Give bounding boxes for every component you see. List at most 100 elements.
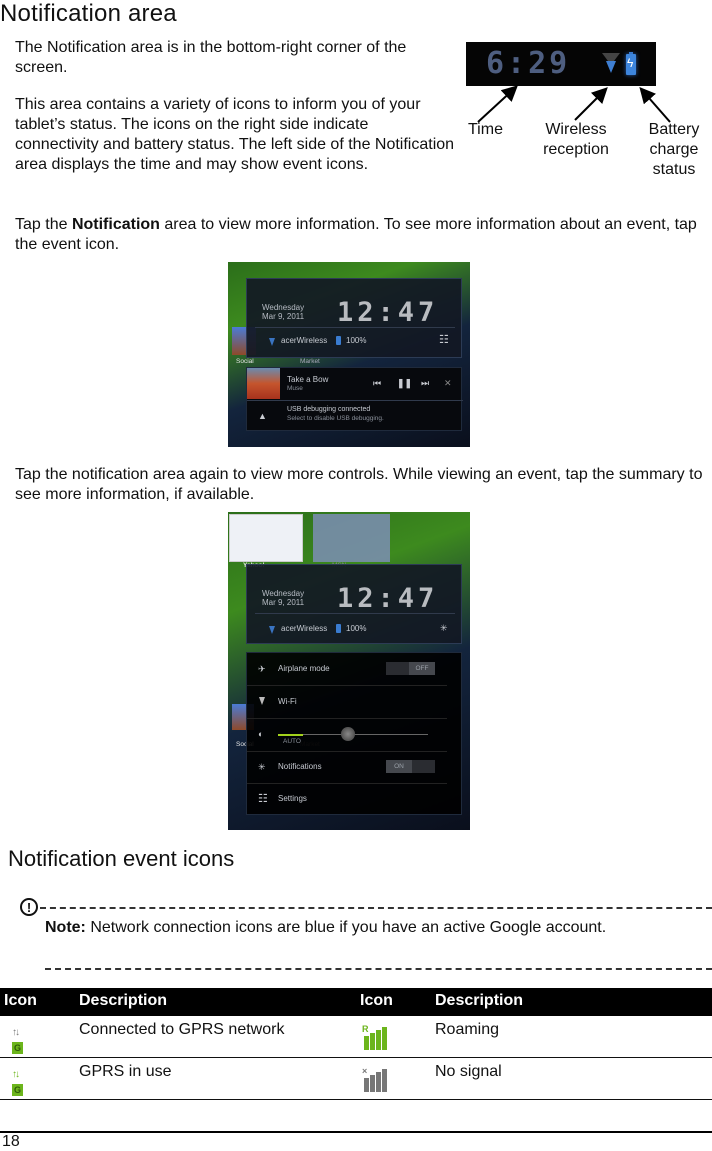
header-desc-2: Description: [435, 992, 524, 1009]
battery-percent: 100%: [346, 624, 367, 633]
wifi-signal-icon: [606, 61, 616, 73]
divider: [247, 685, 447, 686]
row-desc-1: Connected to GPRS network: [79, 1021, 285, 1038]
album-art: [247, 368, 280, 399]
table-row: ↑↓ G GPRS in use × No signal: [0, 1058, 712, 1100]
notification-screenshot-1: Social Market Wednesday Mar 9, 2011 12:4…: [228, 262, 470, 447]
intro-paragraph-1: The Notification area is in the bottom-r…: [15, 39, 407, 76]
quick-settings-panel: ✈ Airplane mode OFF Wi-Fi ◐ AUTO ✳ Notif…: [246, 652, 462, 815]
setting-airplane-label: Airplane mode: [278, 664, 330, 673]
previous-track-icon[interactable]: ⏮: [373, 378, 381, 388]
g-glyph: G: [12, 1042, 23, 1054]
no-signal-icon: ×: [362, 1066, 390, 1092]
music-title: Take a Bow: [287, 375, 329, 384]
notifications-toggle[interactable]: ON: [386, 760, 435, 773]
setting-settings-label[interactable]: Settings: [278, 794, 307, 803]
clock-panel[interactable]: Wednesday Mar 9, 2011 12:47 acerWireless…: [246, 564, 462, 644]
section-heading: Notification event icons: [8, 846, 235, 871]
brightness-slider-fill: [278, 734, 303, 736]
note-text: Note: Network connection icons are blue …: [45, 917, 695, 938]
brightness-auto-label[interactable]: AUTO: [283, 738, 301, 745]
row-desc-1: GPRS in use: [79, 1063, 172, 1080]
big-clock: 12:47: [337, 583, 439, 614]
no-signal-x-glyph: ×: [362, 1066, 368, 1076]
battery-percent: 100%: [346, 336, 367, 345]
usb-debug-title[interactable]: USB debugging connected: [287, 406, 370, 413]
next-track-icon[interactable]: ⏭: [421, 378, 429, 388]
airplane-toggle[interactable]: OFF: [386, 662, 435, 675]
brightness-slider-knob[interactable]: [341, 727, 355, 741]
close-icon[interactable]: ✕: [444, 378, 452, 388]
msn-thumbnail: [313, 514, 390, 562]
arrows-glyph: ↑↓: [12, 1069, 20, 1080]
date-full: Mar 9, 2011: [262, 598, 305, 607]
header-desc-1: Description: [79, 992, 168, 1009]
wifi-icon: [269, 338, 275, 346]
divider: [247, 718, 447, 719]
yahoo-thumbnail: [229, 514, 303, 562]
brightness-icon: ◐: [258, 729, 264, 739]
note-body: Network connection icons are blue if you…: [85, 919, 607, 936]
g-glyph: G: [12, 1084, 23, 1096]
date-full: Mar 9, 2011: [262, 312, 305, 321]
divider: [247, 783, 447, 784]
header-icon-2: Icon: [360, 992, 393, 1009]
toggle-knob: OFF: [409, 662, 435, 675]
notifications-icon: ✳: [258, 762, 266, 772]
note-exclamation-icon: !: [20, 898, 38, 916]
intro-paragraph-2: This area contains a variety of icons to…: [15, 96, 455, 173]
wifi-icon: [269, 626, 275, 634]
footer-divider: [0, 1131, 712, 1133]
usb-debug-subtitle: Select to disable USB debugging.: [287, 415, 384, 422]
airplane-icon: ✈: [258, 664, 266, 674]
app-label-social: Social: [236, 358, 254, 365]
lightning-bolt-icon: ϟ: [627, 56, 634, 70]
label-time: Time: [468, 121, 503, 138]
brightness-slider-track[interactable]: [303, 734, 428, 735]
android-debug-icon: ▲: [258, 411, 267, 421]
wifi-icon: [259, 697, 265, 705]
brightness-sun-icon[interactable]: ✳: [440, 623, 448, 633]
intro-paragraph-4: Tap the notification area again to view …: [15, 466, 703, 503]
page-number: 18: [2, 1133, 20, 1150]
divider: [247, 751, 447, 752]
divider: [247, 400, 463, 401]
roaming-icon: R: [362, 1024, 390, 1050]
app-label-market: Market: [300, 358, 320, 365]
header-icon-1: Icon: [4, 992, 37, 1009]
notification-screenshot-2: Yahoo! MSN Social Market Wednesday Mar 9…: [228, 512, 470, 830]
arrows-glyph: ↑↓: [12, 1027, 20, 1038]
table-row: ↑↓ G Connected to GPRS network R Roaming: [0, 1016, 712, 1058]
notification-list: Take a Bow Muse ⏮ ❚❚ ⏭ ✕ ▲ USB debugging…: [246, 367, 463, 431]
row-desc-2: No signal: [435, 1063, 502, 1080]
text-run-bold: Notification: [71, 216, 160, 233]
divider: [255, 327, 455, 328]
note-label: Note:: [45, 919, 86, 936]
table-header: Icon Description Icon Description: [0, 988, 712, 1016]
arrow-time: [477, 85, 518, 123]
network-name: acerWireless: [281, 336, 328, 345]
setting-wifi-label[interactable]: Wi-Fi: [278, 697, 297, 706]
text-run: Tap the: [15, 216, 72, 233]
settings-sliders-icon: ☷: [258, 793, 268, 805]
music-artist: Muse: [287, 385, 303, 392]
setting-notifications-label: Notifications: [278, 762, 322, 771]
status-time: 6:29: [486, 46, 571, 81]
gprs-in-use-icon: ↑↓ G: [12, 1064, 28, 1096]
gprs-connected-icon: ↑↓ G: [12, 1022, 28, 1054]
battery-icon: [336, 336, 341, 345]
divider: [255, 613, 455, 614]
row-desc-2: Roaming: [435, 1021, 500, 1038]
label-battery: Battery charge status: [648, 121, 700, 178]
arrow-wireless: [574, 87, 608, 121]
note-top-divider: [40, 907, 712, 909]
network-name: acerWireless: [281, 624, 328, 633]
arrow-battery: [639, 86, 671, 123]
label-wireless: Wireless reception: [543, 121, 609, 158]
intro-paragraph-3: Tap the Notification area to view more i…: [15, 215, 705, 255]
clock-panel[interactable]: Wednesday Mar 9, 2011 12:47 acerWireless…: [246, 278, 462, 358]
settings-sliders-icon[interactable]: ☷: [439, 335, 449, 346]
pause-icon[interactable]: ❚❚: [397, 378, 412, 388]
big-clock: 12:47: [337, 297, 439, 328]
page-heading: Notification area: [0, 0, 177, 27]
